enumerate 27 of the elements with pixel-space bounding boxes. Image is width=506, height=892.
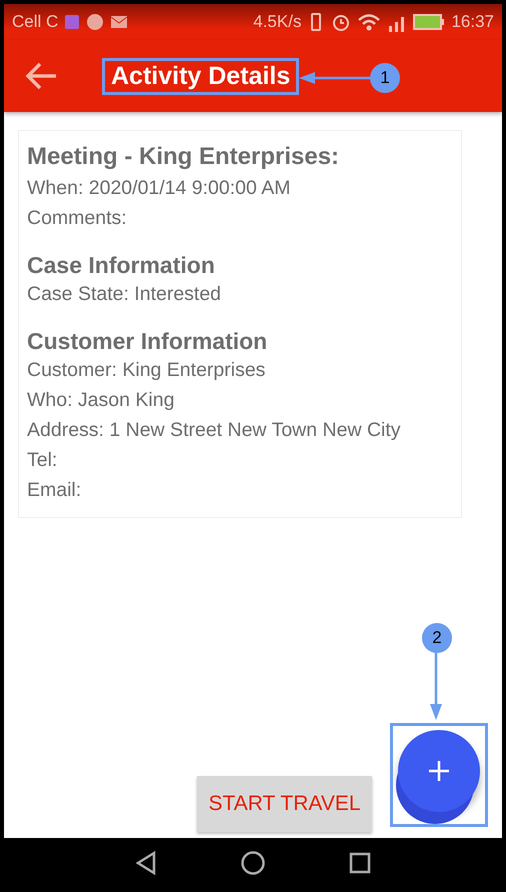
clock-time: 16:37 — [451, 12, 494, 32]
battery-icon — [413, 13, 446, 31]
plus-icon — [428, 760, 450, 782]
screen-title: Activity Details — [110, 60, 292, 92]
detail-text: Case State: Interested — [27, 282, 222, 307]
detail-text: When: 2020/01/14 9:00:00 AM — [27, 176, 292, 201]
card-title: Meeting - King Enterprises: — [27, 142, 340, 172]
home-nav-icon — [240, 850, 266, 876]
carrier-name: Cell C — [12, 12, 58, 32]
detail-text: Comments: — [27, 206, 128, 231]
back-arrow-icon — [24, 62, 58, 90]
detail-text: Address: 1 New Street New Town New City — [27, 418, 402, 443]
recents-nav-icon — [348, 851, 372, 875]
mail-icon — [110, 15, 128, 29]
detail-text: Tel: — [27, 448, 58, 473]
wifi-icon — [357, 12, 382, 32]
network-speed: 4.5K/s — [253, 12, 302, 32]
detail-text: Customer: King Enterprises — [27, 358, 266, 383]
alarm-icon — [331, 12, 352, 32]
back-nav-icon — [134, 850, 158, 876]
detail-text: Who: Jason King — [27, 388, 176, 413]
callout-arrow — [429, 652, 443, 720]
start-travel-button[interactable]: START TRAVEL — [197, 776, 372, 832]
section-heading: Customer Information — [27, 327, 268, 355]
gallery-icon — [64, 14, 80, 30]
detail-text: Email: — [27, 478, 82, 503]
section-heading: Case Information — [27, 251, 216, 279]
